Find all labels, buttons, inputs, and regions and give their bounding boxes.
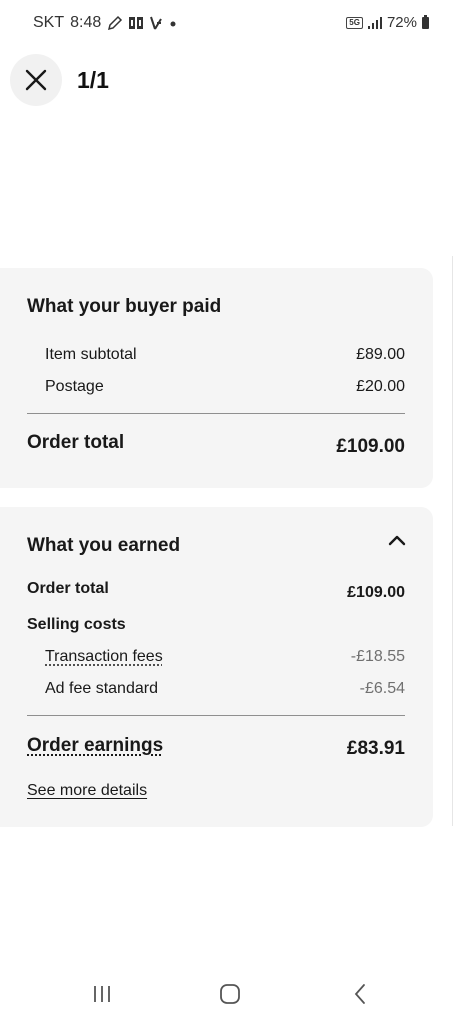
- recent-apps-icon: [94, 986, 110, 1002]
- dot-icon: [170, 21, 176, 27]
- buyer-paid-title: What your buyer paid: [27, 296, 222, 317]
- item-subtotal-value: £89.00: [356, 346, 405, 363]
- earned-card: What you earned Order total £109.00 Sell…: [0, 507, 433, 827]
- status-left: SKT 8:48: [33, 14, 178, 32]
- order-total-label: Order total: [27, 432, 125, 453]
- ad-fee-value: -£6.54: [359, 680, 405, 697]
- signal-icon: [367, 16, 382, 29]
- transaction-fees-label[interactable]: Transaction fees: [45, 648, 163, 666]
- postage-value: £20.00: [356, 378, 405, 395]
- clock: 8:48: [70, 14, 102, 31]
- home-button[interactable]: [216, 980, 244, 1008]
- order-total-value: £109.00: [336, 436, 405, 457]
- buyer-divider: [27, 413, 405, 414]
- battery-icon: [422, 14, 429, 29]
- earned-divider: [27, 715, 405, 716]
- postage-label: Postage: [45, 378, 104, 395]
- buyer-paid-card: What your buyer paid Item subtotal £89.0…: [0, 268, 433, 488]
- chevron-up-icon[interactable]: [387, 533, 407, 547]
- cast-icon: [129, 17, 144, 29]
- order-earnings-label[interactable]: Order earnings: [27, 735, 163, 757]
- back-button[interactable]: [346, 980, 374, 1008]
- order-earnings-value: £83.91: [346, 738, 405, 759]
- recent-apps-button[interactable]: [88, 980, 116, 1008]
- close-icon: [25, 69, 47, 91]
- music-icon: [150, 16, 163, 30]
- see-more-details-link[interactable]: See more details: [27, 782, 147, 800]
- ad-fee-label: Ad fee standard: [45, 680, 158, 697]
- system-nav-bar: [0, 960, 461, 1024]
- back-icon: [354, 984, 365, 1004]
- carrier-label: SKT: [33, 14, 65, 31]
- earned-order-total-label: Order total: [27, 580, 109, 597]
- page-indicator: 1/1: [77, 67, 109, 93]
- notification-icons: [107, 15, 178, 31]
- battery-level: 72%: [386, 14, 417, 31]
- close-button[interactable]: [10, 54, 62, 106]
- edit-icon: [108, 15, 123, 31]
- item-subtotal-label: Item subtotal: [45, 346, 137, 363]
- top-bar: 1/1: [0, 52, 461, 108]
- edge-divider: [452, 256, 453, 826]
- selling-costs-label: Selling costs: [27, 616, 126, 633]
- status-bar: SKT 8:48 5G 72%: [0, 0, 461, 44]
- transaction-fees-value: -£18.55: [350, 648, 405, 665]
- earned-title: What you earned: [27, 535, 181, 556]
- home-icon: [220, 984, 240, 1004]
- status-right: 5G 72%: [346, 14, 429, 31]
- earned-order-total-value: £109.00: [347, 584, 405, 601]
- network-badge: 5G: [346, 16, 363, 29]
